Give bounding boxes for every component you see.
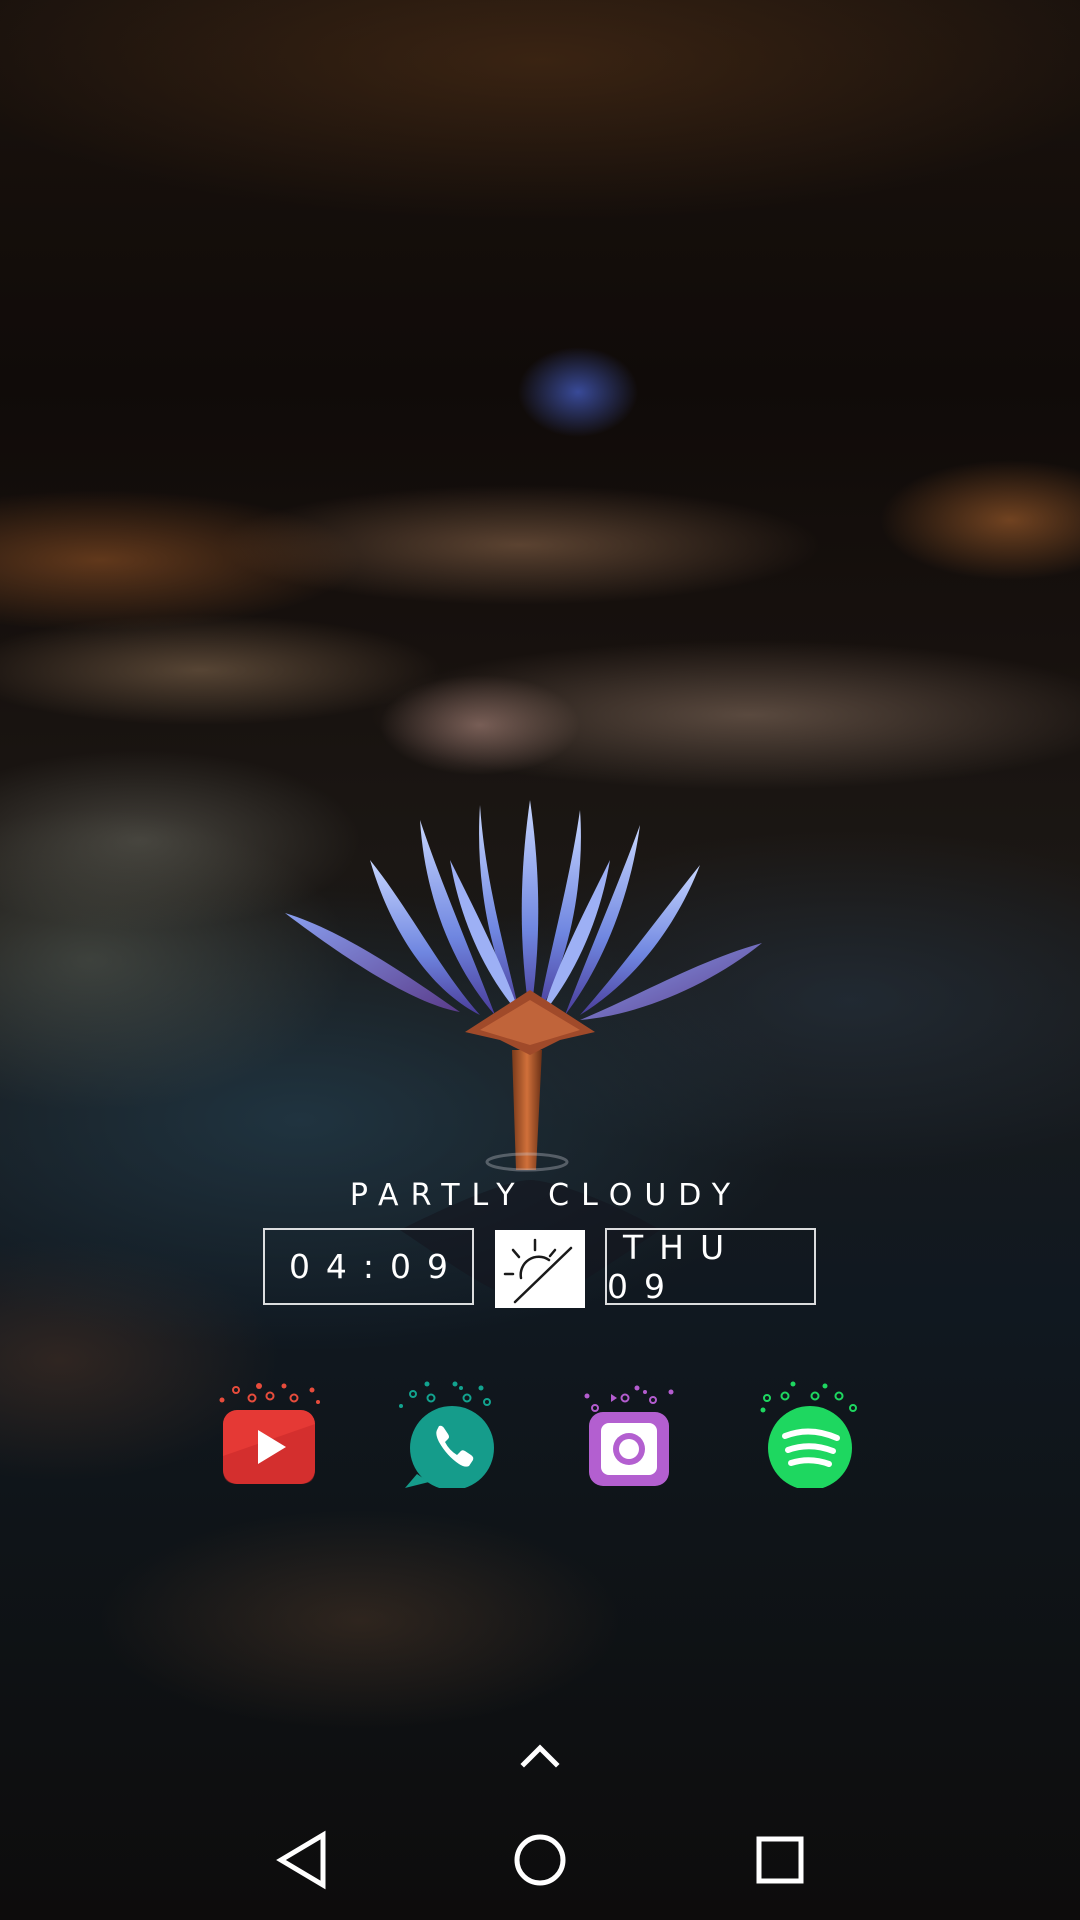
chevron-up-icon[interactable] xyxy=(510,1730,570,1780)
home-circle-icon[interactable] xyxy=(505,1825,575,1895)
home-screen: PARTLY CLOUDY 04:09 THU 09 xyxy=(0,0,1080,1920)
instagram-app-icon[interactable] xyxy=(575,1378,685,1488)
navigation-bar xyxy=(0,1800,1080,1920)
recents-square-icon[interactable] xyxy=(745,1825,815,1895)
date-label[interactable]: THU 09 xyxy=(605,1228,816,1306)
youtube-app-icon[interactable] xyxy=(214,1378,324,1488)
phone-app-icon[interactable] xyxy=(395,1378,505,1490)
partly-cloudy-sun-icon[interactable] xyxy=(495,1230,585,1308)
back-triangle-icon[interactable] xyxy=(265,1825,335,1895)
spotify-app-icon[interactable] xyxy=(755,1378,865,1490)
weather-condition-label: PARTLY CLOUDY xyxy=(349,1178,743,1213)
weather-clock-widget[interactable]: PARTLY CLOUDY 04:09 THU 09 xyxy=(0,1170,1080,1320)
clock-time[interactable]: 04:09 xyxy=(263,1228,474,1305)
